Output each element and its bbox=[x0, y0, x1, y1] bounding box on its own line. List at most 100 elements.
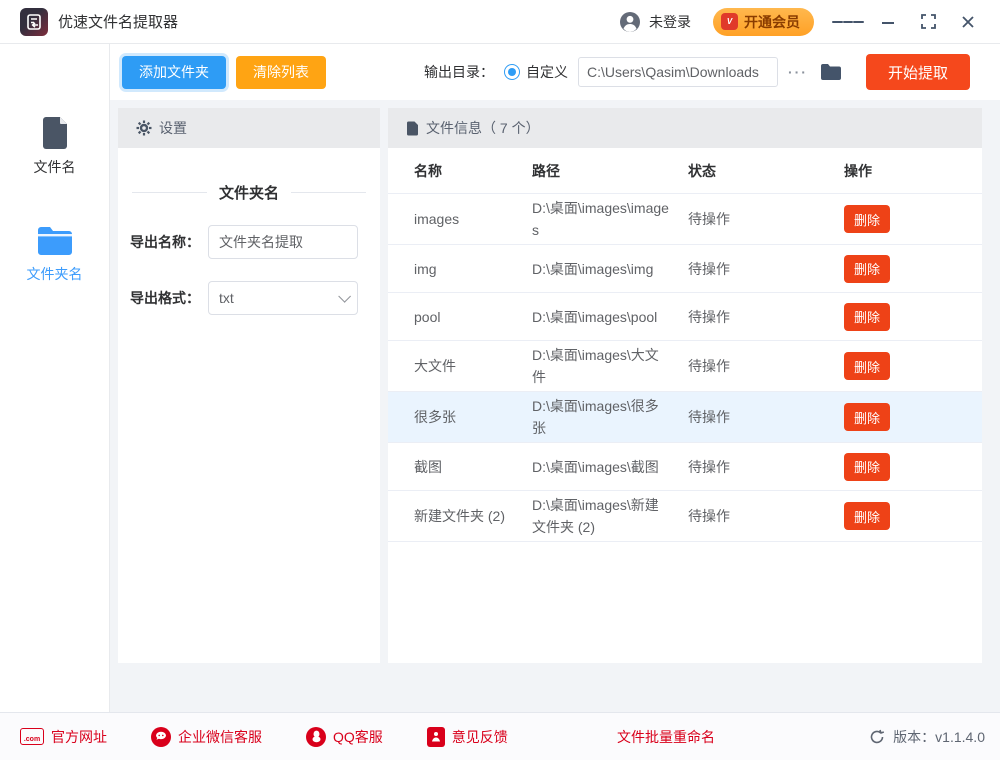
cell-path: D:\桌面\images\很多张 bbox=[532, 392, 672, 442]
delete-button[interactable]: 删除 bbox=[844, 352, 890, 380]
qq-icon bbox=[306, 727, 326, 747]
cell-name: images bbox=[388, 211, 532, 227]
file-info-header-label: 文件信息（ 7 个） bbox=[426, 118, 540, 138]
cell-status: 待操作 bbox=[688, 307, 844, 327]
output-path-input[interactable] bbox=[578, 57, 778, 87]
sidebar-item-label: 文件名 bbox=[34, 157, 76, 177]
cell-status: 待操作 bbox=[688, 356, 844, 376]
cell-status: 待操作 bbox=[688, 506, 844, 526]
cell-name: 很多张 bbox=[388, 407, 532, 427]
settings-panel-header: 设置 bbox=[118, 108, 380, 148]
export-name-label: 导出名称： bbox=[130, 232, 208, 252]
section-title: 文件夹名 bbox=[219, 182, 279, 203]
gear-icon bbox=[136, 120, 152, 136]
toolbar: 添加文件夹 清除列表 输出目录： 自定义 ··· 开始提取 bbox=[110, 44, 1000, 100]
minimize-icon[interactable] bbox=[872, 6, 904, 38]
cell-path: D:\桌面\images\截图 bbox=[532, 453, 672, 481]
maximize-icon[interactable] bbox=[912, 6, 944, 38]
column-header-status: 状态 bbox=[688, 161, 844, 181]
chevron-down-icon bbox=[338, 290, 351, 303]
official-website-label: 官方网址 bbox=[51, 727, 107, 747]
start-extract-button[interactable]: 开始提取 bbox=[866, 54, 970, 90]
table-header-row: 名称 路径 状态 操作 bbox=[388, 148, 982, 194]
wechat-icon bbox=[151, 727, 171, 747]
user-avatar-icon bbox=[619, 11, 641, 33]
file-info-header: 文件信息（ 7 个） bbox=[388, 108, 982, 148]
open-vip-button[interactable]: V 开通会员 bbox=[713, 8, 814, 36]
feedback-link[interactable]: 意见反馈 bbox=[427, 727, 508, 747]
delete-button[interactable]: 删除 bbox=[844, 502, 890, 530]
sidebar: 文件名 文件夹名 bbox=[0, 44, 110, 712]
table-row[interactable]: 截图 D:\桌面\images\截图 待操作 删除 bbox=[388, 443, 982, 491]
cell-name: pool bbox=[388, 309, 532, 325]
login-status-label: 未登录 bbox=[649, 12, 691, 32]
delete-button[interactable]: 删除 bbox=[844, 403, 890, 431]
cell-path: D:\桌面\images\images bbox=[532, 194, 672, 244]
sidebar-item-label: 文件夹名 bbox=[27, 264, 83, 284]
footer: .com 官方网址 企业微信客服 QQ客服 意见反馈 文件批量重命名 版本：v1… bbox=[0, 712, 1000, 760]
official-website-link[interactable]: .com 官方网址 bbox=[20, 727, 107, 747]
cell-status: 待操作 bbox=[688, 457, 844, 477]
qq-support-label: QQ客服 bbox=[333, 727, 383, 747]
export-format-select[interactable]: txt bbox=[208, 281, 358, 315]
custom-radio[interactable] bbox=[504, 64, 520, 80]
cell-name: 截图 bbox=[388, 457, 532, 477]
main-area: 设置 文件夹名 导出名称： 导出格式： txt 文件信息（ 7 个） bbox=[110, 100, 1000, 712]
qq-support-link[interactable]: QQ客服 bbox=[306, 727, 383, 747]
folder-picker-icon[interactable] bbox=[820, 63, 842, 81]
file-info-panel: 文件信息（ 7 个） 名称 路径 状态 操作 images D:\桌面\imag… bbox=[388, 108, 982, 663]
vip-label: 开通会员 bbox=[744, 12, 800, 32]
menu-icon[interactable] bbox=[832, 6, 864, 38]
delete-button[interactable]: 删除 bbox=[844, 453, 890, 481]
column-header-action: 操作 bbox=[844, 161, 956, 181]
table-row[interactable]: img D:\桌面\images\img 待操作 删除 bbox=[388, 245, 982, 293]
close-icon[interactable] bbox=[952, 6, 984, 38]
website-icon: .com bbox=[20, 728, 44, 745]
delete-button[interactable]: 删除 bbox=[844, 205, 890, 233]
document-icon bbox=[406, 121, 419, 136]
table-row[interactable]: 大文件 D:\桌面\images\大文件 待操作 删除 bbox=[388, 341, 982, 392]
sidebar-item-filename[interactable]: 文件名 bbox=[34, 116, 76, 177]
app-logo-icon bbox=[20, 8, 48, 36]
cell-name: 大文件 bbox=[388, 356, 532, 376]
table-row[interactable]: images D:\桌面\images\images 待操作 删除 bbox=[388, 194, 982, 245]
sidebar-item-foldername[interactable]: 文件夹名 bbox=[27, 225, 83, 284]
export-name-input[interactable] bbox=[208, 225, 358, 259]
cell-status: 待操作 bbox=[688, 209, 844, 229]
version-label: 版本：v1.1.4.0 bbox=[893, 727, 985, 747]
table-row[interactable]: 新建文件夹 (2) D:\桌面\images\新建文件夹 (2) 待操作 删除 bbox=[388, 491, 982, 542]
delete-button[interactable]: 删除 bbox=[844, 255, 890, 283]
clear-list-button[interactable]: 清除列表 bbox=[236, 56, 326, 89]
login-status[interactable]: 未登录 bbox=[619, 11, 691, 33]
browse-more-button[interactable]: ··· bbox=[788, 64, 808, 80]
cell-name: 新建文件夹 (2) bbox=[388, 506, 532, 526]
cell-path: D:\桌面\images\大文件 bbox=[532, 341, 672, 391]
table-body: images D:\桌面\images\images 待操作 删除 img D:… bbox=[388, 194, 982, 542]
wechat-support-link[interactable]: 企业微信客服 bbox=[151, 727, 262, 747]
refresh-icon[interactable] bbox=[869, 729, 885, 745]
app-title: 优速文件名提取器 bbox=[58, 11, 178, 32]
folder-icon bbox=[36, 225, 74, 257]
table-row[interactable]: pool D:\桌面\images\pool 待操作 删除 bbox=[388, 293, 982, 341]
export-format-label: 导出格式： bbox=[130, 288, 208, 308]
feedback-label: 意见反馈 bbox=[452, 727, 508, 747]
export-format-value: txt bbox=[219, 290, 234, 306]
custom-radio-label[interactable]: 自定义 bbox=[526, 62, 568, 82]
cell-status: 待操作 bbox=[688, 259, 844, 279]
settings-panel: 设置 文件夹名 导出名称： 导出格式： txt bbox=[118, 108, 380, 663]
delete-button[interactable]: 删除 bbox=[844, 303, 890, 331]
file-icon bbox=[39, 116, 71, 150]
cell-path: D:\桌面\images\img bbox=[532, 255, 672, 283]
column-header-path: 路径 bbox=[532, 161, 688, 181]
table-row[interactable]: 很多张 D:\桌面\images\很多张 待操作 删除 bbox=[388, 392, 982, 443]
wechat-support-label: 企业微信客服 bbox=[178, 727, 262, 747]
batch-rename-link[interactable]: 文件批量重命名 bbox=[617, 727, 715, 747]
section-divider: 文件夹名 bbox=[132, 182, 366, 203]
output-dir-label: 输出目录： bbox=[424, 62, 494, 82]
cell-name: img bbox=[388, 261, 532, 277]
titlebar: 优速文件名提取器 未登录 V 开通会员 bbox=[0, 0, 1000, 44]
cell-status: 待操作 bbox=[688, 407, 844, 427]
column-header-name: 名称 bbox=[388, 161, 532, 181]
cell-path: D:\桌面\images\新建文件夹 (2) bbox=[532, 491, 672, 541]
add-folder-button[interactable]: 添加文件夹 bbox=[122, 56, 226, 89]
